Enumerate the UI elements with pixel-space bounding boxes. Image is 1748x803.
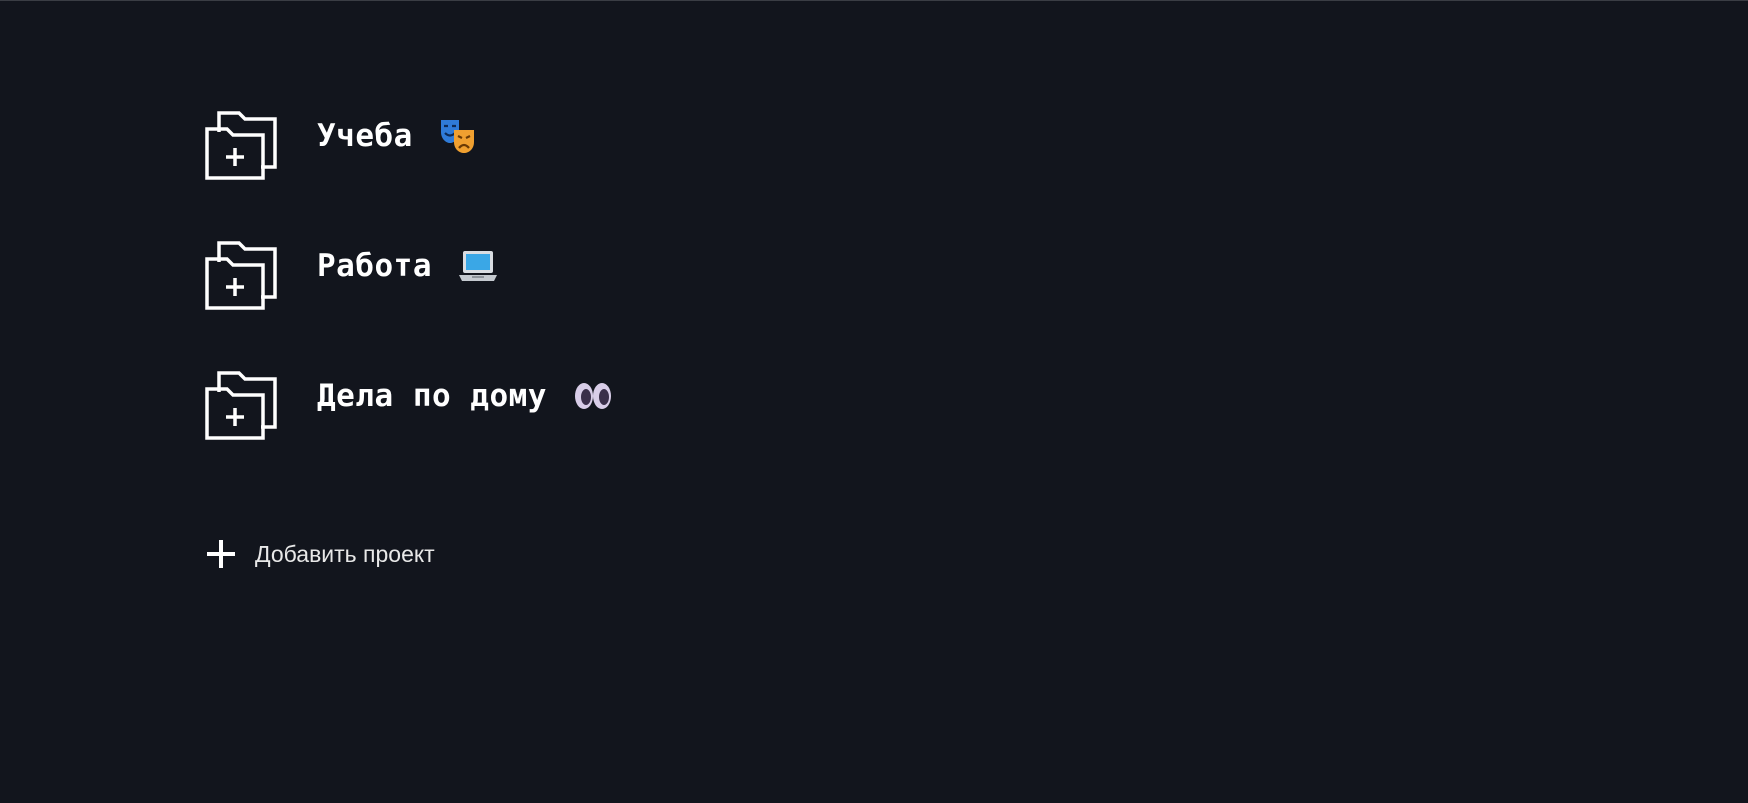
project-list: Учеба Работа Дела по дому — [205, 110, 613, 500]
project-label: Дела по дому — [317, 378, 547, 414]
plus-icon — [207, 540, 235, 568]
project-item-rabota[interactable]: Работа — [205, 240, 613, 310]
project-title: Учеба — [317, 118, 477, 154]
theater-masks-icon — [439, 118, 477, 154]
project-title: Работа — [317, 248, 498, 284]
folder-add-icon — [205, 111, 277, 180]
project-label: Учеба — [317, 118, 413, 154]
add-project-button[interactable]: Добавить проект — [205, 538, 435, 570]
project-item-ucheba[interactable]: Учеба — [205, 110, 613, 180]
folder-add-icon — [205, 371, 277, 440]
project-item-dela-po-domu[interactable]: Дела по дому — [205, 370, 613, 440]
eyes-icon — [573, 381, 613, 411]
top-border — [0, 0, 1748, 1]
project-label: Работа — [317, 248, 432, 284]
folder-add-icon — [205, 241, 277, 310]
add-project-label: Добавить проект — [255, 540, 435, 567]
laptop-icon — [458, 249, 498, 283]
project-title: Дела по дому — [317, 378, 613, 414]
